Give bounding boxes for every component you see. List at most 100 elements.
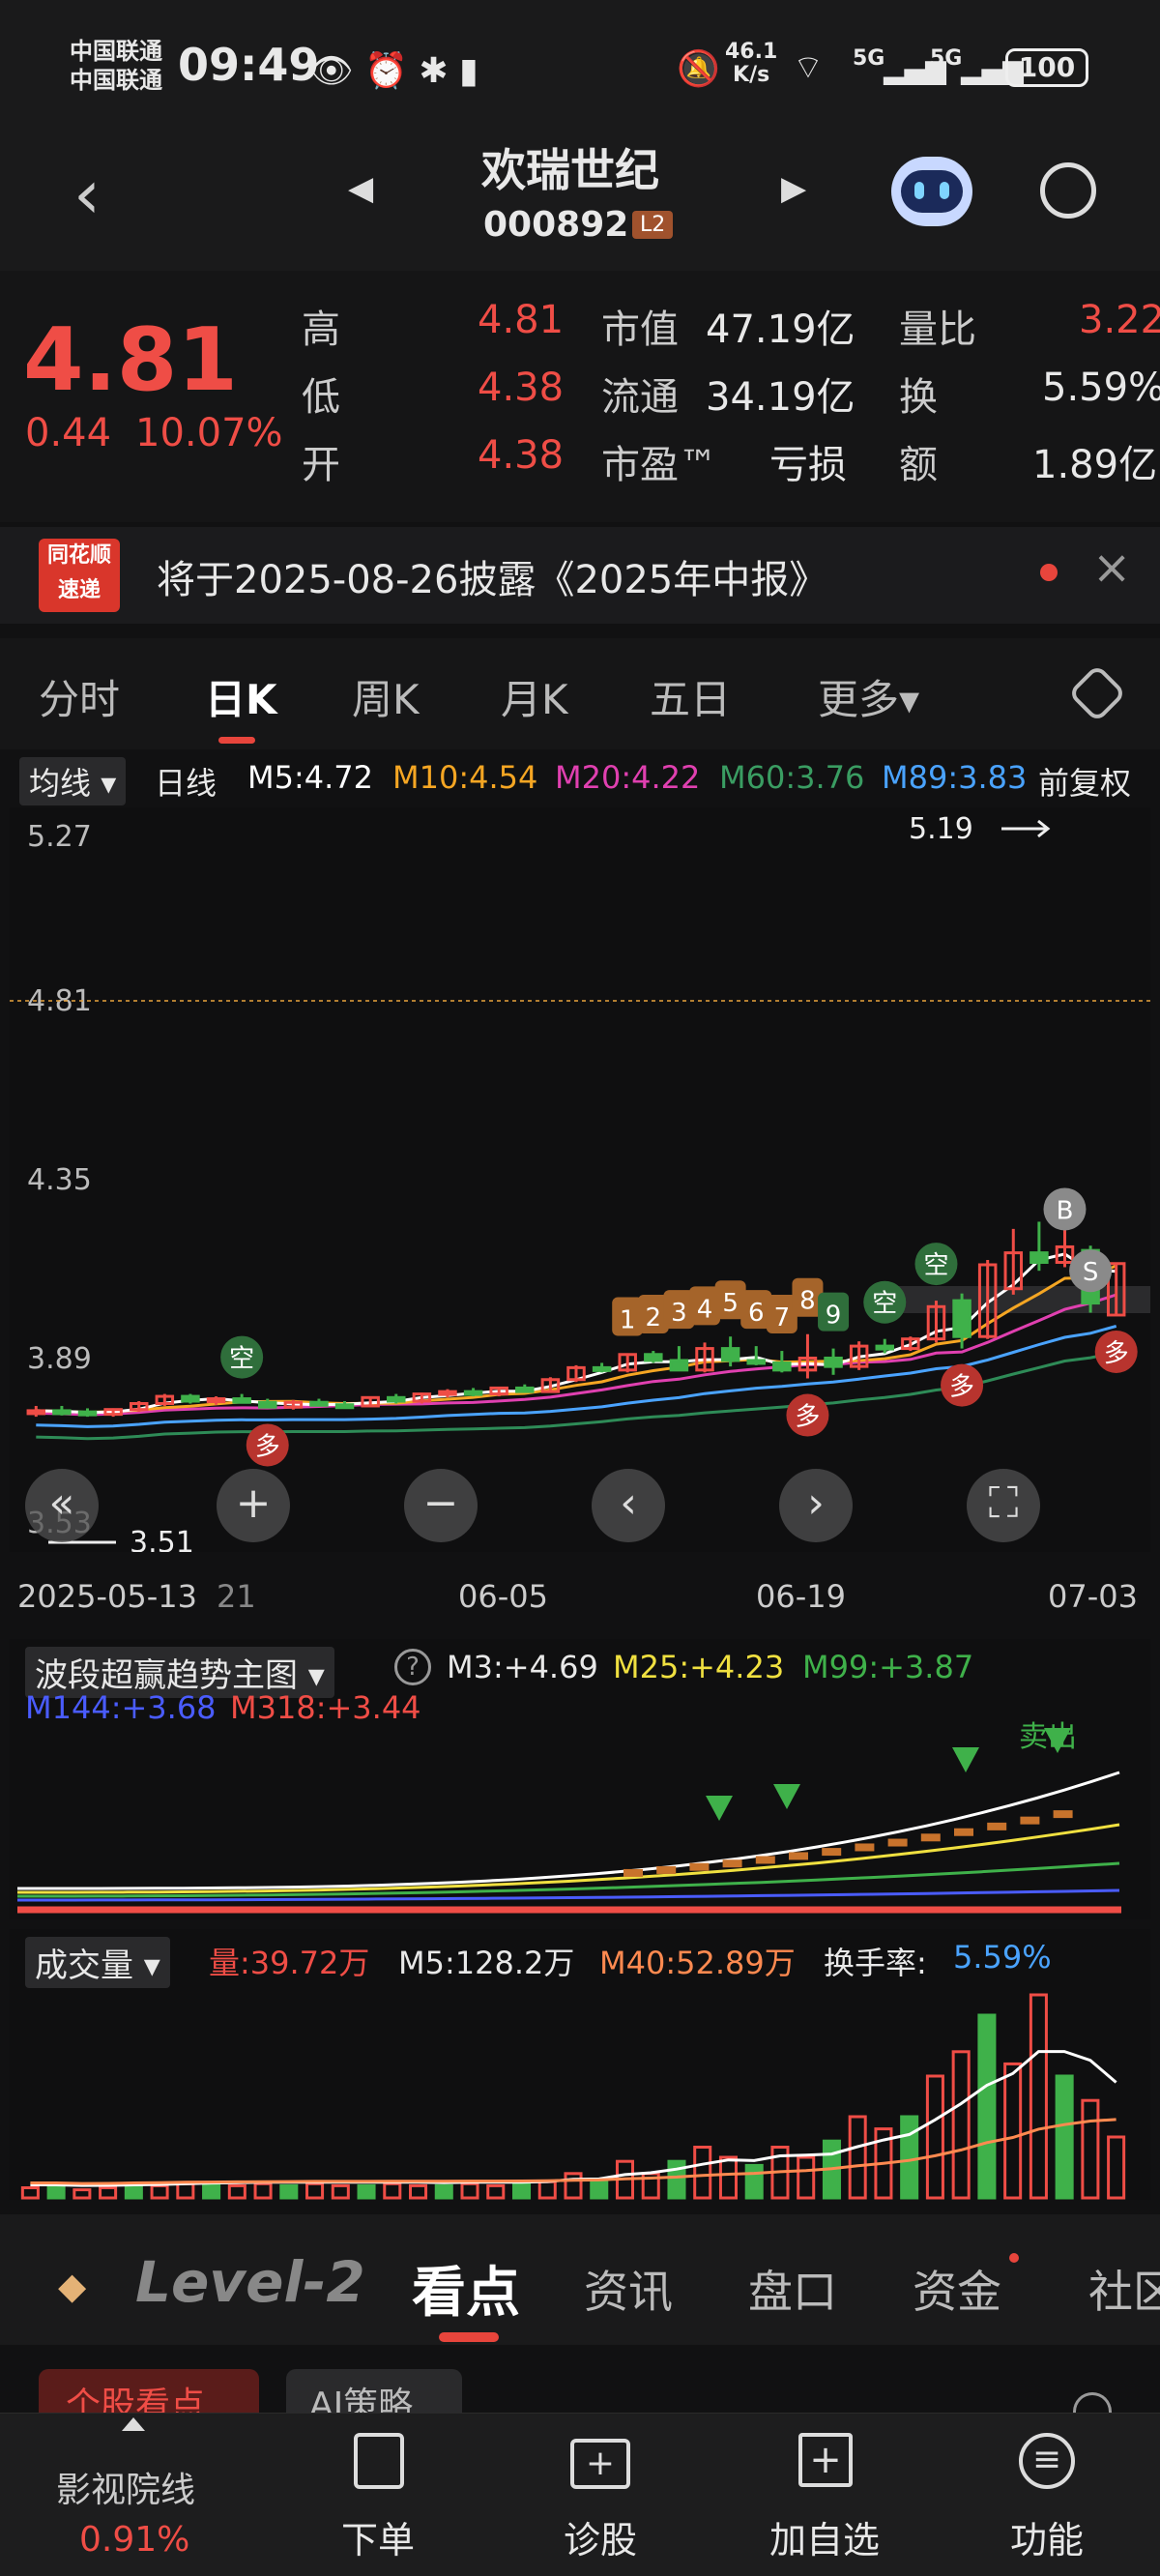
level2-badge: L2 <box>632 211 674 239</box>
tab-kandian[interactable]: 看点 <box>412 2249 520 2327</box>
candle-down <box>232 1397 251 1404</box>
y-tick-label: 4.35 <box>27 1163 92 1197</box>
low-value: 4.38 <box>478 366 565 410</box>
close-icon[interactable]: × <box>1092 541 1131 595</box>
volume-bar-up <box>176 2181 195 2200</box>
low-marker-label: 3.51 <box>130 1526 194 1552</box>
volume-bar-down <box>124 2183 143 2200</box>
level2-brand[interactable]: Level-2 <box>135 2249 365 2315</box>
signal-tag-label: 多 <box>949 1373 974 1402</box>
volume-bar-up <box>99 2186 118 2200</box>
turnover-value: 5.59% <box>1042 366 1160 410</box>
notice-text: 将于2025-08-26披露《2025年中报》 <box>157 558 828 602</box>
fullscreen-icon[interactable]: ⛶ <box>967 1469 1040 1542</box>
order-icon <box>354 2433 404 2489</box>
high-value: 4.81 <box>478 298 565 342</box>
trend-indicator-panel: 波段超赢趋势主图 ▾ ? M3:+4.69 M25:+4.23 M99:+3.8… <box>10 1639 1150 1919</box>
adjust-label[interactable]: 前复权 <box>1038 759 1131 804</box>
volume-bar-up <box>20 2186 40 2200</box>
bottom-toolbar: 影视院线 0.91% 下单 + 诊股 + 加自选 ≡ 功能 <box>0 2413 1160 2576</box>
tab-funds[interactable]: 资金 <box>913 2257 1001 2321</box>
volume-bar-up <box>331 2183 350 2200</box>
trend-step <box>722 1859 742 1868</box>
open-label: 开 <box>302 443 340 487</box>
search-icon[interactable] <box>1040 162 1096 219</box>
ai-strategy-chip[interactable]: AI策略 <box>286 2369 462 2414</box>
help-icon[interactable]: ? <box>394 1649 431 1685</box>
kline-chart[interactable]: 5.274.814.353.893.535.193.51123456789空空空… <box>10 807 1150 1560</box>
turnover-rate-label: 换手率: <box>824 1945 927 1981</box>
volume-bar-up <box>305 2181 325 2200</box>
wifi-icon: ⌔ <box>793 48 824 87</box>
scroll-right-icon[interactable]: › <box>779 1469 853 1542</box>
volume-bar-up <box>693 2146 712 2200</box>
volume-selector[interactable]: 成交量 ▾ <box>25 1937 170 1988</box>
signal-tag-label: B <box>1057 1196 1074 1225</box>
signal-tag-label: 多 <box>1104 1339 1129 1368</box>
high-marker-label: 5.19 <box>909 812 973 846</box>
tab-orderbook[interactable]: 盘口 <box>748 2257 837 2321</box>
tab-five-day[interactable]: 五日 <box>650 667 731 726</box>
zoom-out-icon[interactable]: − <box>404 1469 478 1542</box>
tab-fenshi[interactable]: 分时 <box>39 667 120 726</box>
high-label: 高 <box>302 307 340 352</box>
candle-down <box>669 1359 689 1372</box>
volume-bar-down <box>744 2163 764 2200</box>
scroll-left-icon[interactable]: ‹ <box>592 1469 665 1542</box>
m20-value: M20:4.22 <box>555 759 701 796</box>
candle-down <box>772 1361 792 1372</box>
trend-step <box>755 1856 775 1864</box>
signal-1: 5G <box>853 46 885 71</box>
back-icon[interactable]: ‹ <box>73 155 101 234</box>
status-bar: 中国联通 中国联通 09:49 👁 ⏰ ✱ ▮ 🔕 46.1 K/s ⌔ 5G 5G… <box>0 0 1160 145</box>
tab-news[interactable]: 资讯 <box>584 2257 673 2321</box>
volume-bar-down <box>900 2115 919 2200</box>
m5-value: M5:4.72 <box>247 759 373 796</box>
candle-down <box>463 1390 483 1396</box>
m99-value: M99:+3.87 <box>802 1649 974 1685</box>
net-speed: 46.1 K/s <box>725 40 778 87</box>
robot-assistant-icon[interactable] <box>891 157 972 226</box>
trend-step <box>987 1822 1007 1830</box>
info-icon[interactable] <box>1073 2392 1112 2414</box>
tab-monthly-k[interactable]: 月K <box>501 667 568 726</box>
trend-step <box>1053 1810 1073 1819</box>
notice-bar[interactable]: 同花顺 速递 将于2025-08-26披露《2025年中报》 × <box>0 527 1160 624</box>
signal-bubble-label: 5 <box>722 1289 739 1318</box>
volume-bar-down <box>434 2183 453 2200</box>
mcap-label: 市值 <box>601 307 679 352</box>
next-stock-icon[interactable]: ▶ <box>781 169 806 208</box>
menu-icon: ≡ <box>1019 2433 1075 2489</box>
volume-bar-up <box>848 2115 867 2200</box>
volume-bar-up <box>1081 2098 1100 2200</box>
candle-down <box>257 1400 277 1409</box>
period-label: 日线 <box>155 765 218 802</box>
trend-step <box>689 1862 710 1871</box>
mute-icon: 🔕 <box>677 49 720 89</box>
trend-step <box>855 1843 875 1852</box>
prev-stock-icon[interactable]: ◀ <box>348 169 373 208</box>
volume-panel: 成交量 ▾ 量:39.72万 M5:128.2万 M40:52.89万 换手率:… <box>10 1929 1150 2200</box>
tab-weekly-k[interactable]: 周K <box>352 667 420 726</box>
stock-highlight-chip[interactable]: 个股看点 <box>39 2369 259 2414</box>
volume-bar-down <box>202 2183 221 2200</box>
vr-value: 3.22 <box>1079 298 1160 342</box>
expand-up-icon[interactable] <box>122 2417 145 2431</box>
sector-name[interactable]: 影视院线 <box>56 2462 195 2512</box>
vol-m40-value: M40:52.89万 <box>599 1945 796 1981</box>
candle-down <box>181 1394 200 1403</box>
ma-selector[interactable]: 均线 ▾ <box>19 757 127 805</box>
volume-bar-up <box>227 2183 246 2200</box>
candle-up <box>26 1409 46 1416</box>
tab-daily-k[interactable]: 日K <box>205 667 277 726</box>
pe-label: 市盈™ <box>601 443 717 487</box>
zoom-in-icon[interactable]: + <box>217 1469 290 1542</box>
tab-community[interactable]: 社区 <box>1088 2257 1160 2321</box>
vr-label: 量比 <box>899 307 976 352</box>
settings-icon[interactable] <box>1067 663 1127 723</box>
scroll-left-fast-icon[interactable]: « <box>25 1469 99 1542</box>
m318-value: M318:+3.44 <box>230 1689 421 1726</box>
candle-down <box>52 1409 72 1416</box>
tab-more[interactable]: 更多▾ <box>818 667 919 726</box>
funds-dot <box>1009 2253 1019 2263</box>
